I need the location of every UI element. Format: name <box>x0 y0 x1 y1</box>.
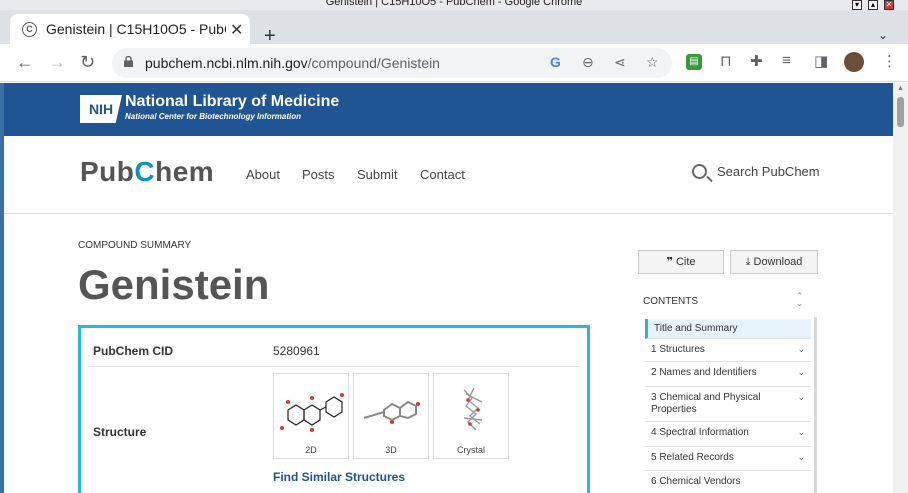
pubchem-favicon-icon: C <box>22 22 37 37</box>
compound-summary-table: PubChem CID 5280961 Structure 2D 3D Crys… <box>78 325 590 493</box>
download-button[interactable]: ⤓ Download <box>730 250 818 274</box>
nlm-title[interactable]: National Library of Medicine <box>125 93 339 111</box>
nih-logo[interactable]: NIH <box>80 95 122 123</box>
structure-3d-image <box>363 400 420 424</box>
side-panel-icon[interactable]: ◨ <box>814 52 828 70</box>
logo-text-hem: hem <box>155 156 215 187</box>
thumbnail-caption-3d: 3D <box>385 445 397 455</box>
structure-2d-thumbnail[interactable]: 2D <box>273 373 349 459</box>
chevron-down-icon: ⌄ <box>797 367 805 377</box>
contents-collapse-icon[interactable]: ⌃ ⌄ <box>796 292 804 308</box>
page-viewport: NIH National Library of Medicine Nationa… <box>0 83 893 493</box>
cid-value: 5280961 <box>273 344 320 358</box>
toc-structures[interactable]: 1 Structures ⌄ <box>645 340 811 362</box>
active-tab[interactable]: C Genistein | C15H10O5 - PubChem ✕ <box>10 14 250 44</box>
search-pubchem-label: Search PubChem <box>717 164 820 179</box>
toc-names-and-identifiers[interactable]: 2 Names and Identifiers ⌄ <box>645 363 811 387</box>
bookmark-star-icon[interactable]: ☆ <box>646 54 659 71</box>
nlm-banner: NIH National Library of Medicine Nationa… <box>4 83 893 136</box>
close-window-button[interactable]: ✕ <box>884 0 894 10</box>
search-pubchem-button[interactable]: Search PubChem <box>692 164 820 179</box>
back-arrow-icon[interactable]: ← <box>16 52 34 72</box>
download-icon: ⤓ <box>745 256 754 268</box>
toc-label: 4 Spectral Information <box>651 427 749 438</box>
toc-label: 2 Names and Identifiers <box>651 367 757 378</box>
toc-chemical-vendors[interactable]: 6 Chemical Vendors <box>645 472 811 493</box>
thumbnail-caption-crystal: Crystal <box>456 445 485 455</box>
url-text: pubchem.ncbi.nlm.nih.gov/compound/Genist… <box>145 55 440 71</box>
url-path: /compound/Genistein <box>307 55 440 71</box>
nav-about[interactable]: About <box>246 167 280 182</box>
quote-icon: ❞ <box>666 256 676 268</box>
minimize-button[interactable]: ▾ <box>852 0 862 10</box>
maximize-button[interactable]: ▴ <box>868 0 878 10</box>
structure-2d-image <box>280 393 344 432</box>
tab-search-chevron-icon[interactable]: ⌄ <box>878 28 888 42</box>
tab-strip: C Genistein | C15H10O5 - PubChem ✕ + ⌄ <box>0 10 908 46</box>
window-title: Genistein | C15H10O5 - PubChem - Google … <box>325 0 583 8</box>
table-of-contents: Title and Summary 1 Structures ⌄ 2 Names … <box>641 317 817 493</box>
reload-icon[interactable]: ↻ <box>80 52 95 72</box>
lock-icon <box>124 56 133 67</box>
find-similar-structures-link[interactable]: Find Similar Structures <box>273 470 405 484</box>
toc-label: Title and Summary <box>654 323 738 334</box>
thumbnail-caption-2d: 2D <box>305 445 317 455</box>
tab-title: Genistein | C15H10O5 - PubChem <box>46 21 226 37</box>
bookmark-icon[interactable]: ⊓ <box>720 52 732 70</box>
toc-label: 3 Chemical and Physical Properties <box>651 392 761 415</box>
chrome-menu-icon[interactable]: ⋮ <box>882 52 897 70</box>
scroll-up-arrow-icon[interactable]: ▲ <box>897 85 904 92</box>
pubchem-logo[interactable]: PubChem <box>80 156 214 188</box>
page-scrollbar[interactable]: ▲ <box>893 83 908 493</box>
window-titlebar: Genistein | C15H10O5 - PubChem - Google … <box>0 0 908 10</box>
logo-text-pub: Pub <box>80 156 135 187</box>
download-label: Download <box>753 256 803 268</box>
cid-label: PubChem CID <box>93 344 174 358</box>
browser-toolbar: ← → ↻ pubchem.ncbi.nlm.nih.gov/compound/… <box>0 44 908 82</box>
structure-label: Structure <box>93 425 147 439</box>
search-icon <box>692 164 707 179</box>
nav-contact[interactable]: Contact <box>420 167 465 182</box>
structure-crystal-thumbnail[interactable]: Crystal <box>433 373 509 459</box>
compound-title: Genistein <box>78 261 270 308</box>
structure-crystal-image <box>463 387 483 431</box>
cite-label: Cite <box>675 256 696 268</box>
scrollbar-thumb[interactable] <box>897 97 904 127</box>
logo-hexagon-c: C <box>134 156 156 187</box>
toc-chemical-physical-properties[interactable]: 3 Chemical and Physical Properties ⌄ <box>645 388 811 422</box>
nav-submit[interactable]: Submit <box>357 167 397 182</box>
share-icon[interactable]: ⋖ <box>614 54 626 71</box>
extensions-puzzle-icon[interactable]: ✚ <box>750 52 763 70</box>
tab-close-icon[interactable]: ✕ <box>230 20 243 40</box>
toc-related-records[interactable]: 5 Related Records ⌄ <box>645 448 811 471</box>
nav-posts[interactable]: Posts <box>302 167 335 182</box>
printer-extension-icon[interactable]: ▤ <box>686 54 702 70</box>
row-divider <box>89 366 579 367</box>
pubchem-header: PubChem About Posts Submit Contact Searc… <box>4 136 893 214</box>
chevron-down-icon: ⌄ <box>797 452 805 462</box>
zoom-icon[interactable]: ⊖ <box>582 54 594 71</box>
structure-3d-thumbnail[interactable]: 3D <box>353 373 429 459</box>
contents-header: CONTENTS <box>643 296 698 307</box>
toc-spectral-information[interactable]: 4 Spectral Information ⌄ <box>645 423 811 447</box>
new-tab-button[interactable]: + <box>264 26 276 46</box>
profile-avatar[interactable] <box>844 52 864 72</box>
toc-title-and-summary[interactable]: Title and Summary <box>645 319 811 339</box>
address-bar[interactable]: pubchem.ncbi.nlm.nih.gov/compound/Genist… <box>112 48 672 78</box>
compound-summary-label: COMPOUND SUMMARY <box>78 240 192 251</box>
media-queue-icon[interactable]: ≡ <box>782 52 791 69</box>
url-host: pubchem.ncbi.nlm.nih.gov <box>145 55 308 71</box>
nlm-subtitle: National Center for Biotechnology Inform… <box>125 112 302 121</box>
toc-label: 1 Structures <box>651 344 705 355</box>
forward-arrow-icon[interactable]: → <box>48 52 66 72</box>
toc-label: 5 Related Records <box>651 452 734 463</box>
chevron-down-icon: ⌄ <box>797 392 805 402</box>
google-icon[interactable]: G <box>550 54 561 70</box>
chevron-down-icon: ⌄ <box>797 427 805 437</box>
cite-button[interactable]: ❞ Cite <box>638 250 724 274</box>
toc-label: 6 Chemical Vendors <box>651 476 741 487</box>
chevron-down-icon: ⌄ <box>797 344 805 354</box>
